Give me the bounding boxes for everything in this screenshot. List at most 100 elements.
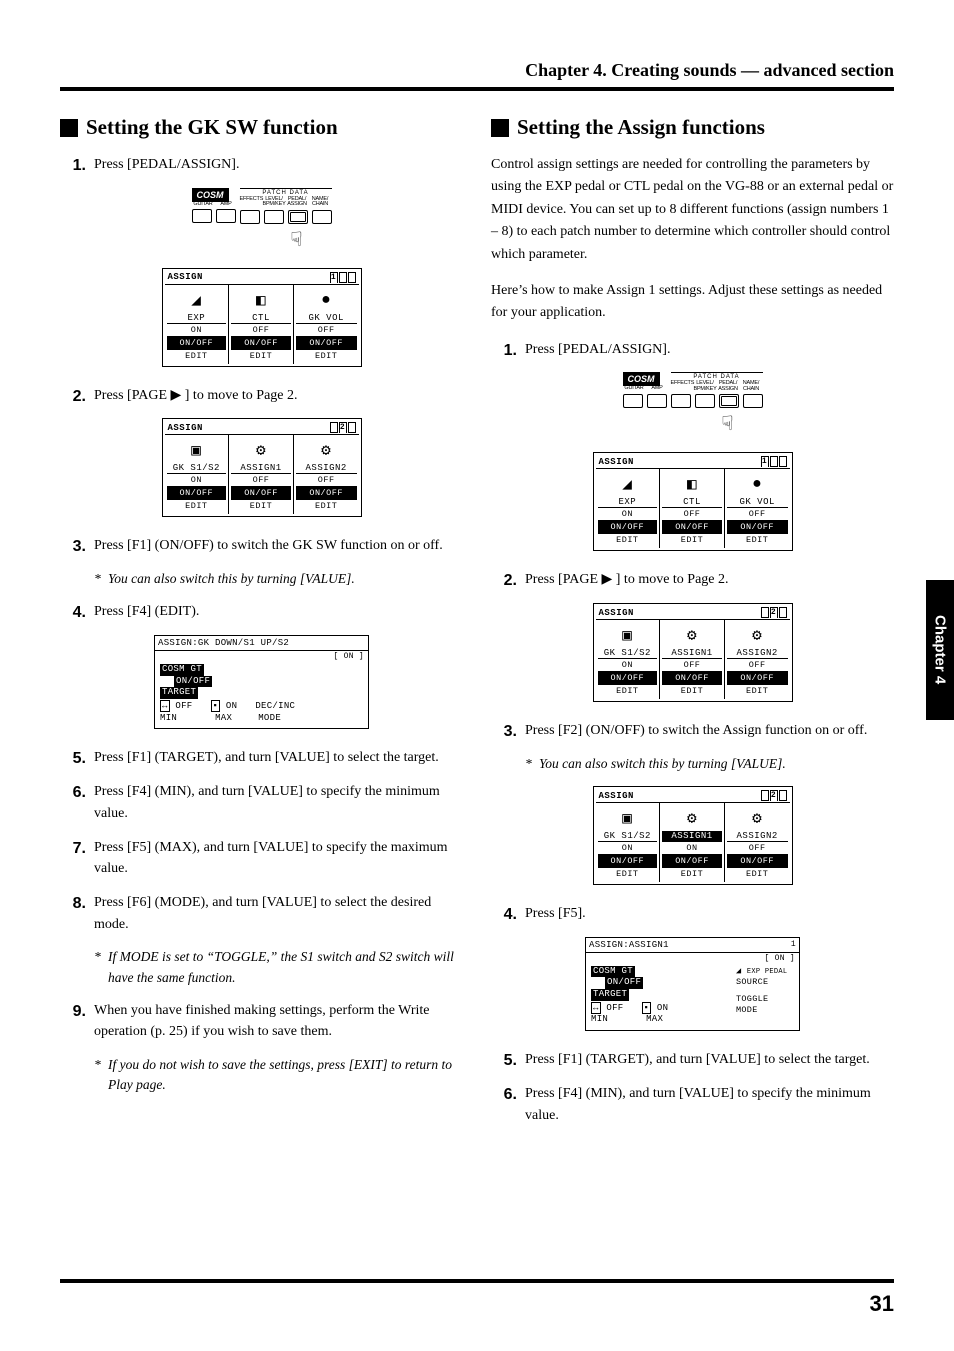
content-columns: Setting the GK SW function 1. Press [PED… [60,115,894,1138]
step-text: Press [F4] (MIN), and turn [VALUE] to sp… [94,784,440,821]
patch-strip-diagram-right: COSM GUITAR AMP PATCH DATA EFFECTS LEVEL… [491,372,894,434]
lcd-target-line2: ON/OFF [605,977,643,989]
lcd-target-line2: ON/OFF [174,676,212,688]
assign-icon: ⚙ [296,437,357,463]
patch-label: PEDAL/ ASSIGN [717,381,740,392]
assign-icon: ⚙ [727,622,788,648]
step-number: 3. [491,720,517,745]
lcd-onoff: ON/OFF [231,336,291,349]
lcd-label: ASSIGN1 [231,463,291,473]
lcd-mode-label: MODE [258,713,281,725]
right-title-text: Setting the Assign functions [517,115,765,140]
lcd-edit-title: ASSIGN:GK DOWN/S1 UP/S2 [158,638,289,648]
switch-icon: ▣ [598,622,658,648]
lcd-value: OFF [727,507,788,520]
switch-icon: ▣ [167,437,227,463]
patch-section-label: PATCH DATA [671,372,763,380]
step-number: 1. [491,339,517,364]
lcd-edit: EDIT [662,684,722,697]
lcd-min: OFF [606,1003,623,1013]
right-intro-2: Here’s how to make Assign 1 settings. Ad… [491,280,894,325]
switch-icon: ◧ [231,287,291,313]
lcd-onoff: ON/OFF [296,486,357,499]
lcd-page-indicator: 1 [761,456,787,467]
lcd-label: GK S1/S2 [598,648,658,658]
lcd-onoff: ON/OFF [598,854,658,867]
assign1-edit-lcd: ASSIGN:ASSIGN1 1 [ ON ] COSM GT ON/OFF T… [491,937,894,1031]
left-step-2: 2. Press [PAGE ▶ ] to move to Page 2. [60,385,463,407]
step-number: 9. [60,1000,86,1025]
lcd-label: EXP [167,313,227,323]
step-number: 7. [60,837,86,862]
lcd-target-line3: TARGET [160,687,198,699]
patch-label: AMP [215,202,238,208]
patch-section-label: PATCH DATA [240,188,332,196]
patch-label: NAME/ CHAIN [309,197,332,208]
step-number: 3. [60,535,86,560]
lcd-edit: EDIT [598,533,658,546]
lcd-onoff: ON/OFF [598,520,658,533]
left-step-3: 3. Press [F1] (ON/OFF) to switch the GK … [60,535,463,557]
lcd-title: ASSIGN [599,457,634,467]
step-text: Press [F5] (MAX), and turn [VALUE] to sp… [94,840,448,877]
left-step-8: 8. Press [F6] (MODE), and turn [VALUE] t… [60,892,463,935]
lcd-edit-status: [ ON ] [586,953,799,963]
right-section-title: Setting the Assign functions [491,115,894,140]
lcd-label: ASSIGN2 [727,648,788,658]
patch-label: LEVEL/ BPM/KEY [263,197,286,208]
lcd-edit: EDIT [296,349,357,362]
lcd-label: ASSIGN2 [296,463,357,473]
patch-label: AMP [646,386,669,392]
right-step-1: 1. Press [PEDAL/ASSIGN]. [491,339,894,361]
lcd-edit: EDIT [727,684,788,697]
assign-lcd-page2-right: ASSIGN 2 ▣ GK S1/S2 ON ON/OFF EDIT ⚙ [491,603,894,702]
lcd-label: ASSIGN2 [727,831,788,841]
page-footer: 31 [60,1279,894,1317]
lcd-label: CTL [662,497,722,507]
right-column: Setting the Assign functions Control ass… [491,115,894,1138]
lcd-value: OFF [296,323,357,336]
left-step-4: 4. Press [F4] (EDIT). [60,601,463,623]
step-number: 4. [60,601,86,626]
lcd-page-indicator: 2 [761,790,787,801]
lcd-value: OFF [727,658,788,671]
step-text: Press [F6] (MODE), and turn [VALUE] to s… [94,895,431,932]
assign-lcd-page1-right: ASSIGN 1 ◢ EXP ON ON/OFF EDIT ◧ [491,452,894,551]
lcd-mode-label: MODE [736,1005,794,1016]
lcd-label: GK S1/S2 [167,463,227,473]
chapter-header: Chapter 4. Creating sounds — advanced se… [60,60,894,91]
left-step-8-note: If MODE is set to “TOGGLE,” the S1 switc… [94,947,463,988]
patch-label: EFFECTS [671,381,694,392]
lcd-edit: EDIT [296,499,357,512]
page-number: 31 [870,1291,894,1316]
step-text: Press [F5]. [525,906,586,921]
lcd-title: ASSIGN [599,791,634,801]
lcd-max: ON [226,701,237,711]
lcd-title: ASSIGN [168,272,203,282]
lcd-onoff: ON/OFF [167,486,227,499]
lcd-onoff: ON/OFF [167,336,227,349]
right-step-2: 2. Press [PAGE ▶ ] to move to Page 2. [491,569,894,591]
step-text: Press [PEDAL/ASSIGN]. [94,157,239,172]
lcd-value: ON [167,473,227,486]
knob-icon: ● [296,287,357,313]
step-number: 2. [491,569,517,594]
step-text: Press [PEDAL/ASSIGN]. [525,342,670,357]
right-intro-1: Control assign settings are needed for c… [491,154,894,266]
step-number: 4. [491,903,517,928]
lcd-label: GK VOL [296,313,357,323]
lcd-onoff: ON/OFF [662,520,722,533]
switch-icon: ▣ [598,805,658,831]
lcd-min-label: MIN [160,713,177,725]
step-text: Press [F2] (ON/OFF) to switch the Assign… [525,723,867,738]
lcd-source-label: SOURCE [736,977,794,988]
lcd-max-label: MAX [646,1014,663,1026]
lcd-page-indicator: 1 [330,272,356,283]
lcd-min-label: MIN [591,1014,608,1026]
lcd-value: OFF [662,507,722,520]
left-step-9: 9. When you have finished making setting… [60,1000,463,1043]
cosm-logo: COSM [623,372,660,386]
assign-icon: ⚙ [662,805,722,831]
step-text: Press [F1] (TARGET), and turn [VALUE] to… [94,750,439,765]
pedal-icon: ◢ [598,471,658,497]
